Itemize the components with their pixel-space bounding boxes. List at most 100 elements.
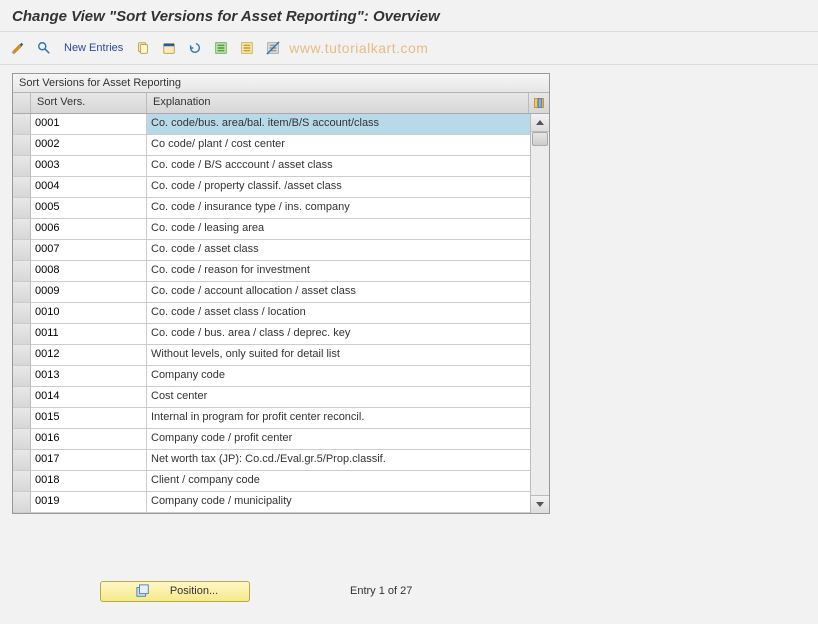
sort-version-input[interactable] bbox=[35, 390, 142, 402]
sort-version-cell[interactable] bbox=[31, 387, 147, 408]
scroll-down-button[interactable] bbox=[531, 495, 549, 513]
table-row[interactable]: Co. code / asset class / location bbox=[13, 303, 530, 324]
delete-button[interactable] bbox=[157, 37, 181, 59]
explanation-cell[interactable]: Co. code / asset class bbox=[147, 240, 530, 261]
table-row[interactable]: Co. code / reason for investment bbox=[13, 261, 530, 282]
table-row[interactable]: Co. code/bus. area/bal. item/B/S account… bbox=[13, 114, 530, 135]
sort-version-cell[interactable] bbox=[31, 198, 147, 219]
sort-version-cell[interactable] bbox=[31, 450, 147, 471]
sort-version-cell[interactable] bbox=[31, 492, 147, 513]
table-row[interactable]: Co. code / account allocation / asset cl… bbox=[13, 282, 530, 303]
row-selector[interactable] bbox=[13, 366, 31, 387]
explanation-cell[interactable]: Without levels, only suited for detail l… bbox=[147, 345, 530, 366]
new-entries-button[interactable]: New Entries bbox=[58, 40, 129, 56]
explanation-cell[interactable]: Cost center bbox=[147, 387, 530, 408]
configure-columns-button[interactable] bbox=[529, 93, 549, 113]
sort-version-input[interactable] bbox=[35, 222, 142, 234]
row-selector[interactable] bbox=[13, 219, 31, 240]
table-row[interactable]: Co. code / B/S acccount / asset class bbox=[13, 156, 530, 177]
sort-version-input[interactable] bbox=[35, 285, 142, 297]
select-all-button[interactable] bbox=[209, 37, 233, 59]
explanation-cell[interactable]: Co code/ plant / cost center bbox=[147, 135, 530, 156]
explanation-cell[interactable]: Client / company code bbox=[147, 471, 530, 492]
deselect-all-button[interactable] bbox=[261, 37, 285, 59]
scroll-up-button[interactable] bbox=[531, 114, 549, 132]
table-row[interactable]: Company code / municipality bbox=[13, 492, 530, 513]
sort-version-cell[interactable] bbox=[31, 345, 147, 366]
explanation-cell[interactable]: Co. code / leasing area bbox=[147, 219, 530, 240]
table-row[interactable]: Co. code / property classif. /asset clas… bbox=[13, 177, 530, 198]
sort-version-cell[interactable] bbox=[31, 135, 147, 156]
sort-version-input[interactable] bbox=[35, 180, 142, 192]
row-selector[interactable] bbox=[13, 177, 31, 198]
table-row[interactable]: Internal in program for profit center re… bbox=[13, 408, 530, 429]
sort-version-input[interactable] bbox=[35, 453, 142, 465]
sort-version-input[interactable] bbox=[35, 369, 142, 381]
row-selector[interactable] bbox=[13, 387, 31, 408]
sort-version-cell[interactable] bbox=[31, 303, 147, 324]
sort-version-input[interactable] bbox=[35, 474, 142, 486]
row-selector[interactable] bbox=[13, 345, 31, 366]
sort-version-cell[interactable] bbox=[31, 114, 147, 135]
copy-as-button[interactable] bbox=[131, 37, 155, 59]
sort-version-input[interactable] bbox=[35, 348, 142, 360]
explanation-cell[interactable]: Co. code / asset class / location bbox=[147, 303, 530, 324]
table-row[interactable]: Cost center bbox=[13, 387, 530, 408]
table-row[interactable]: Client / company code bbox=[13, 471, 530, 492]
sort-version-input[interactable] bbox=[35, 411, 142, 423]
explanation-cell[interactable]: Internal in program for profit center re… bbox=[147, 408, 530, 429]
row-selector[interactable] bbox=[13, 450, 31, 471]
sort-version-input[interactable] bbox=[35, 243, 142, 255]
header-sort-version[interactable]: Sort Vers. bbox=[31, 93, 147, 113]
table-row[interactable]: Co code/ plant / cost center bbox=[13, 135, 530, 156]
table-row[interactable]: Without levels, only suited for detail l… bbox=[13, 345, 530, 366]
sort-version-cell[interactable] bbox=[31, 177, 147, 198]
sort-version-input[interactable] bbox=[35, 495, 142, 507]
explanation-cell[interactable]: Co. code / bus. area / class / deprec. k… bbox=[147, 324, 530, 345]
details-button[interactable] bbox=[32, 37, 56, 59]
sort-version-cell[interactable] bbox=[31, 471, 147, 492]
row-selector[interactable] bbox=[13, 429, 31, 450]
select-block-button[interactable] bbox=[235, 37, 259, 59]
sort-version-cell[interactable] bbox=[31, 261, 147, 282]
vertical-scrollbar[interactable] bbox=[530, 114, 549, 513]
row-selector[interactable] bbox=[13, 303, 31, 324]
explanation-cell[interactable]: Company code / municipality bbox=[147, 492, 530, 513]
sort-version-input[interactable] bbox=[35, 264, 142, 276]
row-selector[interactable] bbox=[13, 198, 31, 219]
sort-version-input[interactable] bbox=[35, 117, 142, 129]
row-selector[interactable] bbox=[13, 135, 31, 156]
sort-version-cell[interactable] bbox=[31, 429, 147, 450]
row-selector[interactable] bbox=[13, 471, 31, 492]
table-row[interactable]: Co. code / bus. area / class / deprec. k… bbox=[13, 324, 530, 345]
sort-version-cell[interactable] bbox=[31, 219, 147, 240]
table-row[interactable]: Co. code / asset class bbox=[13, 240, 530, 261]
sort-version-input[interactable] bbox=[35, 138, 142, 150]
position-button[interactable]: Position... bbox=[100, 581, 250, 602]
row-selector[interactable] bbox=[13, 324, 31, 345]
table-row[interactable]: Company code / profit center bbox=[13, 429, 530, 450]
sort-version-cell[interactable] bbox=[31, 240, 147, 261]
toggle-display-change-button[interactable] bbox=[6, 37, 30, 59]
row-selector[interactable] bbox=[13, 282, 31, 303]
row-selector[interactable] bbox=[13, 408, 31, 429]
explanation-cell[interactable]: Co. code / reason for investment bbox=[147, 261, 530, 282]
explanation-cell[interactable]: Co. code / account allocation / asset cl… bbox=[147, 282, 530, 303]
header-explanation[interactable]: Explanation bbox=[147, 93, 529, 113]
row-selector[interactable] bbox=[13, 156, 31, 177]
sort-version-cell[interactable] bbox=[31, 324, 147, 345]
explanation-cell[interactable]: Co. code / property classif. /asset clas… bbox=[147, 177, 530, 198]
row-selector[interactable] bbox=[13, 492, 31, 513]
explanation-cell[interactable]: Co. code / B/S acccount / asset class bbox=[147, 156, 530, 177]
table-row[interactable]: Co. code / insurance type / ins. company bbox=[13, 198, 530, 219]
sort-version-cell[interactable] bbox=[31, 408, 147, 429]
row-selector[interactable] bbox=[13, 261, 31, 282]
explanation-cell[interactable]: Company code / profit center bbox=[147, 429, 530, 450]
scroll-thumb[interactable] bbox=[532, 132, 548, 146]
sort-version-input[interactable] bbox=[35, 327, 142, 339]
sort-version-input[interactable] bbox=[35, 159, 142, 171]
row-selector[interactable] bbox=[13, 240, 31, 261]
table-row[interactable]: Company code bbox=[13, 366, 530, 387]
table-row[interactable]: Net worth tax (JP): Co.cd./Eval.gr.5/Pro… bbox=[13, 450, 530, 471]
sort-version-input[interactable] bbox=[35, 201, 142, 213]
